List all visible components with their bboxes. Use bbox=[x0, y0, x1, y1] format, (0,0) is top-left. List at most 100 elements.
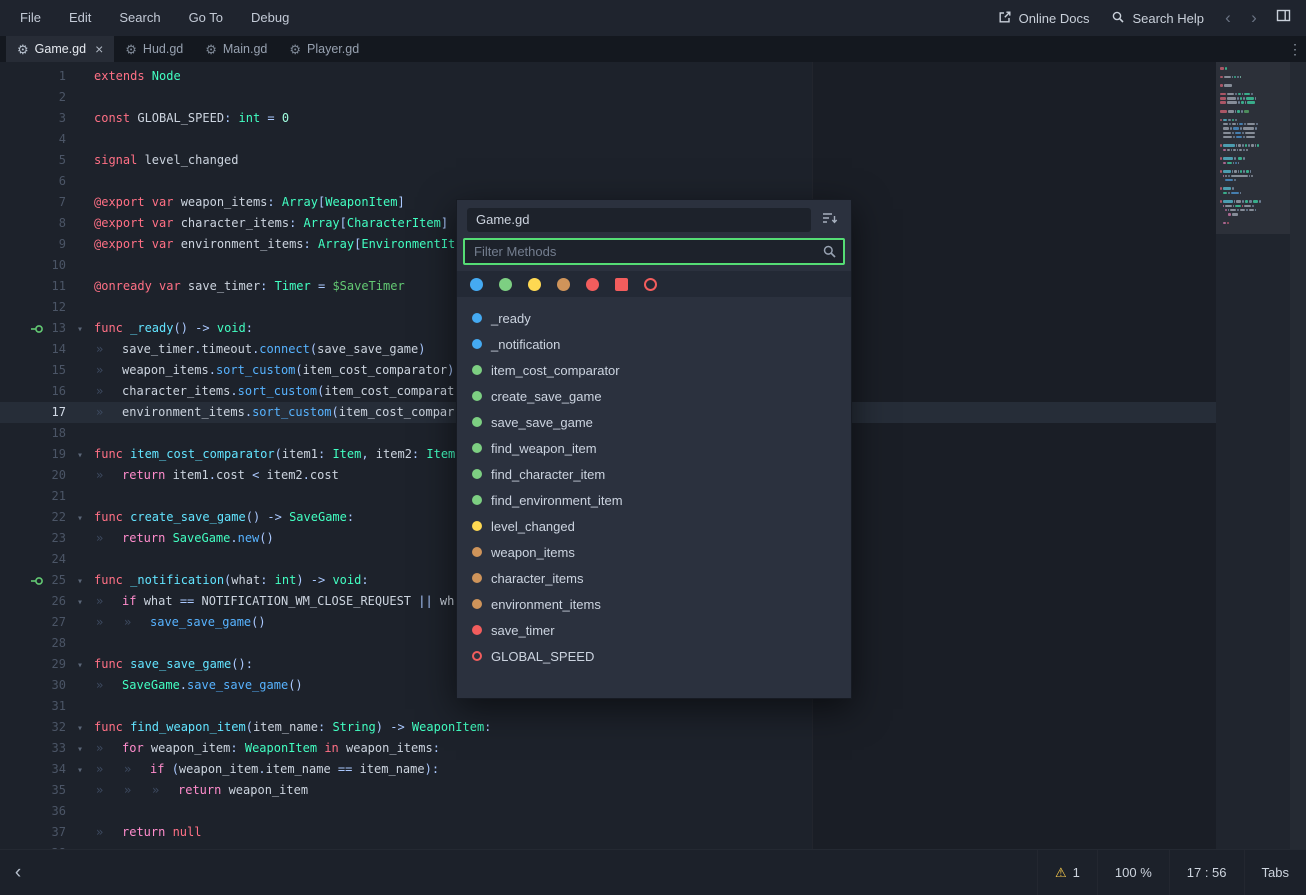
code-line[interactable]: 35»»»return weapon_item bbox=[0, 780, 1216, 801]
signal-connection-icon[interactable] bbox=[30, 322, 44, 336]
line-number[interactable]: 1 bbox=[0, 66, 66, 87]
online-docs-button[interactable]: Online Docs bbox=[988, 0, 1100, 36]
search-help-button[interactable]: Search Help bbox=[1101, 0, 1214, 36]
fold-arrow-icon[interactable]: ▾ bbox=[66, 508, 94, 529]
line-number[interactable]: 19 bbox=[0, 444, 66, 465]
indent-type[interactable]: Tabs bbox=[1244, 850, 1306, 895]
code-line[interactable]: 3const GLOBAL_SPEED: int = 0 bbox=[0, 108, 1216, 129]
menu-item-search[interactable]: Search bbox=[105, 0, 174, 36]
line-number[interactable]: 30 bbox=[0, 675, 66, 696]
line-number[interactable]: 2 bbox=[0, 87, 66, 108]
line-number[interactable]: 23 bbox=[0, 528, 66, 549]
sort-methods-button[interactable] bbox=[819, 209, 841, 231]
code-line[interactable]: 37»return null bbox=[0, 822, 1216, 843]
code-line[interactable]: 31 bbox=[0, 696, 1216, 717]
cursor-position[interactable]: 17 : 56 bbox=[1169, 850, 1244, 895]
line-number[interactable]: 31 bbox=[0, 696, 66, 717]
line-number[interactable]: 37 bbox=[0, 822, 66, 843]
line-number[interactable]: 33 bbox=[0, 738, 66, 759]
line-number[interactable]: 11 bbox=[0, 276, 66, 297]
signal-connection-icon[interactable] bbox=[30, 574, 44, 588]
tab-player-gd[interactable]: ⚙Player.gd bbox=[278, 36, 370, 62]
tab-game-gd[interactable]: ⚙Game.gd× bbox=[6, 36, 114, 62]
filter-orange-toggle[interactable] bbox=[557, 278, 570, 291]
method-item[interactable]: level_changed bbox=[458, 513, 850, 539]
filter-blue-toggle[interactable] bbox=[470, 278, 483, 291]
method-item[interactable]: save_timer bbox=[458, 617, 850, 643]
history-back-button[interactable]: ‹ bbox=[1216, 0, 1240, 36]
line-number[interactable]: 34 bbox=[0, 759, 66, 780]
code-line[interactable]: 2 bbox=[0, 87, 1216, 108]
code-line[interactable]: 6 bbox=[0, 171, 1216, 192]
method-item[interactable]: character_items bbox=[458, 565, 850, 591]
method-item[interactable]: environment_items bbox=[458, 591, 850, 617]
line-number[interactable]: 6 bbox=[0, 171, 66, 192]
line-number[interactable]: 35 bbox=[0, 780, 66, 801]
line-number[interactable]: 18 bbox=[0, 423, 66, 444]
code-line[interactable]: 33▾»for weapon_item: WeaponItem in weapo… bbox=[0, 738, 1216, 759]
filter-red-square-toggle[interactable] bbox=[615, 278, 628, 291]
line-number[interactable]: 9 bbox=[0, 234, 66, 255]
warnings-badge[interactable]: ⚠ 1 bbox=[1037, 850, 1097, 895]
line-number[interactable]: 29 bbox=[0, 654, 66, 675]
method-item[interactable]: find_weapon_item bbox=[458, 435, 850, 461]
distraction-free-button[interactable] bbox=[1268, 0, 1298, 36]
line-number[interactable]: 15 bbox=[0, 360, 66, 381]
code-line[interactable]: 36 bbox=[0, 801, 1216, 822]
fold-arrow-icon[interactable]: ▾ bbox=[66, 319, 94, 340]
line-number[interactable]: 4 bbox=[0, 129, 66, 150]
method-item[interactable]: find_character_item bbox=[458, 461, 850, 487]
fold-arrow-icon[interactable]: ▾ bbox=[66, 760, 94, 781]
code-line[interactable]: 5signal level_changed bbox=[0, 150, 1216, 171]
filter-red-toggle[interactable] bbox=[586, 278, 599, 291]
tab-list-menu-icon[interactable]: ⋮ bbox=[1284, 36, 1306, 62]
line-number[interactable]: 12 bbox=[0, 297, 66, 318]
line-number[interactable]: 36 bbox=[0, 801, 66, 822]
line-number[interactable]: 24 bbox=[0, 549, 66, 570]
line-number[interactable]: 27 bbox=[0, 612, 66, 633]
method-item[interactable]: item_cost_comparator bbox=[458, 357, 850, 383]
line-number[interactable]: 22 bbox=[0, 507, 66, 528]
line-number[interactable]: 8 bbox=[0, 213, 66, 234]
fold-arrow-icon[interactable]: ▾ bbox=[66, 655, 94, 676]
menu-item-edit[interactable]: Edit bbox=[55, 0, 105, 36]
history-forward-button[interactable]: › bbox=[1242, 0, 1266, 36]
code-line[interactable]: 1extends Node bbox=[0, 66, 1216, 87]
line-number[interactable]: 32 bbox=[0, 717, 66, 738]
filter-methods-input[interactable] bbox=[463, 238, 845, 265]
tab-main-gd[interactable]: ⚙Main.gd bbox=[194, 36, 278, 62]
method-item[interactable]: save_save_game bbox=[458, 409, 850, 435]
method-item[interactable]: _ready bbox=[458, 305, 850, 331]
line-number[interactable]: 7 bbox=[0, 192, 66, 213]
code-line[interactable]: 34▾»»if (weapon_item.item_name == item_n… bbox=[0, 759, 1216, 780]
line-number[interactable]: 21 bbox=[0, 486, 66, 507]
line-number[interactable]: 17 bbox=[0, 402, 66, 423]
tab-hud-gd[interactable]: ⚙Hud.gd bbox=[114, 36, 194, 62]
fold-arrow-icon[interactable]: ▾ bbox=[66, 592, 94, 613]
fold-arrow-icon[interactable]: ▾ bbox=[66, 739, 94, 760]
filter-yellow-toggle[interactable] bbox=[528, 278, 541, 291]
minimap[interactable] bbox=[1216, 62, 1290, 850]
menu-item-go-to[interactable]: Go To bbox=[175, 0, 237, 36]
line-number[interactable]: 3 bbox=[0, 108, 66, 129]
filter-green-toggle[interactable] bbox=[499, 278, 512, 291]
method-item[interactable]: create_save_game bbox=[458, 383, 850, 409]
vertical-scrollbar[interactable] bbox=[1290, 62, 1306, 850]
tab-close-icon[interactable]: × bbox=[95, 42, 103, 56]
code-line[interactable]: 32▾func find_weapon_item(item_name: Stri… bbox=[0, 717, 1216, 738]
method-item[interactable]: find_environment_item bbox=[458, 487, 850, 513]
line-number[interactable]: 26 bbox=[0, 591, 66, 612]
fold-arrow-icon[interactable]: ▾ bbox=[66, 571, 94, 592]
scripts-panel-toggle-button[interactable]: ‹ bbox=[0, 850, 36, 895]
menu-item-file[interactable]: File bbox=[6, 0, 55, 36]
line-number[interactable]: 10 bbox=[0, 255, 66, 276]
line-number[interactable]: 14 bbox=[0, 339, 66, 360]
method-item[interactable]: _notification bbox=[458, 331, 850, 357]
line-number[interactable]: 20 bbox=[0, 465, 66, 486]
line-number[interactable]: 28 bbox=[0, 633, 66, 654]
code-line[interactable]: 4 bbox=[0, 129, 1216, 150]
line-number[interactable]: 5 bbox=[0, 150, 66, 171]
fold-arrow-icon[interactable]: ▾ bbox=[66, 718, 94, 739]
zoom-level[interactable]: 100 % bbox=[1097, 850, 1169, 895]
fold-arrow-icon[interactable]: ▾ bbox=[66, 445, 94, 466]
